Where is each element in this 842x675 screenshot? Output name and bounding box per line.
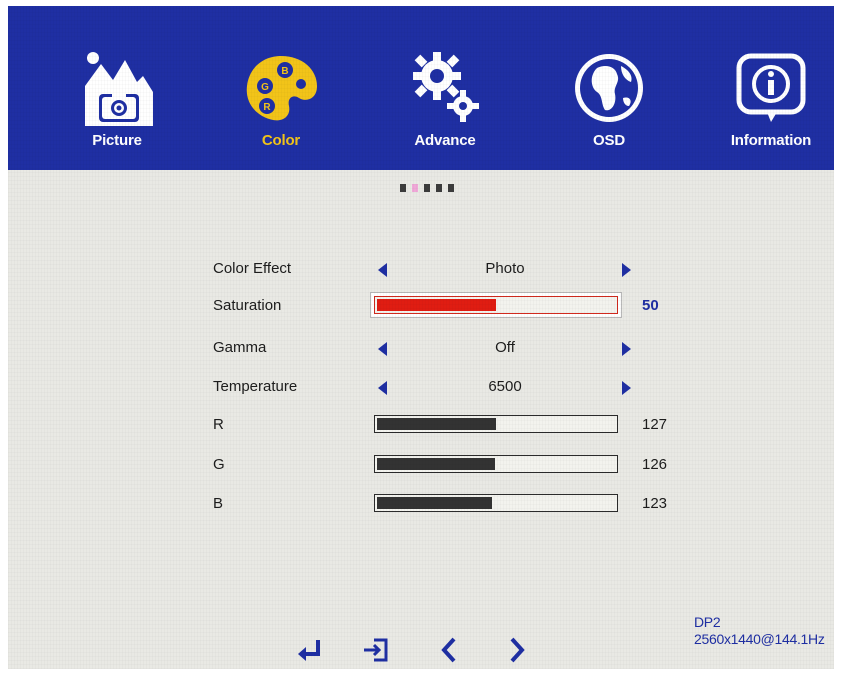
setting-value: 126 xyxy=(642,456,668,473)
tab-label: Color xyxy=(261,132,301,149)
r-slider[interactable] xyxy=(374,415,618,433)
svg-text:R: R xyxy=(263,102,271,113)
slider-fill xyxy=(377,299,496,311)
setting-value: 123 xyxy=(642,495,668,512)
arrow-left-icon[interactable] xyxy=(378,342,387,356)
gears-icon xyxy=(413,52,479,122)
page-dot xyxy=(436,184,442,192)
page-dot xyxy=(424,184,430,192)
slider-fill xyxy=(377,418,496,430)
setting-label: B xyxy=(213,495,224,512)
setting-r[interactable]: R 127 xyxy=(8,412,834,440)
chevron-left-icon[interactable] xyxy=(434,636,466,664)
setting-value: 6500 xyxy=(488,378,522,395)
saturation-slider[interactable] xyxy=(374,296,618,314)
input-source: DP2 xyxy=(694,614,721,630)
setting-temperature[interactable]: Temperature 6500 xyxy=(8,374,834,402)
setting-value: Photo xyxy=(485,260,525,277)
arrow-left-icon[interactable] xyxy=(378,263,387,277)
setting-label: R xyxy=(213,416,224,433)
setting-label: Gamma xyxy=(213,339,267,356)
exit-icon[interactable] xyxy=(360,636,392,664)
tab-label: Information xyxy=(730,132,812,149)
color-palette-icon: G B R xyxy=(246,56,317,121)
b-slider[interactable] xyxy=(374,494,618,512)
arrow-right-icon[interactable] xyxy=(622,342,631,356)
arrow-right-icon[interactable] xyxy=(622,263,631,277)
page-dot xyxy=(400,184,406,192)
setting-gamma[interactable]: Gamma Off xyxy=(8,335,834,363)
setting-value: Off xyxy=(495,339,515,356)
tab-advance[interactable]: Advance xyxy=(380,34,510,164)
tab-picture[interactable]: Picture xyxy=(52,34,182,164)
page-dot xyxy=(448,184,454,192)
enter-icon[interactable] xyxy=(294,636,326,664)
tab-bar: Picture G B R Color Advance OSD Informat… xyxy=(8,6,834,170)
svg-text:G: G xyxy=(261,82,269,93)
input-resolution: 2560x1440@144.1Hz xyxy=(694,631,825,647)
tab-information[interactable]: Information xyxy=(706,34,834,164)
g-slider[interactable] xyxy=(374,455,618,473)
slider-fill xyxy=(377,458,495,470)
setting-color-effect[interactable]: Color Effect Photo xyxy=(8,256,834,284)
globe-icon xyxy=(575,54,643,122)
setting-label: Color Effect xyxy=(213,260,292,277)
setting-g[interactable]: G 126 xyxy=(8,452,834,480)
info-icon xyxy=(736,53,806,122)
page-dot-active xyxy=(412,184,418,192)
setting-value: 50 xyxy=(642,297,659,314)
tab-label: Picture xyxy=(92,132,142,149)
setting-value: 127 xyxy=(642,416,668,433)
chevron-right-icon[interactable] xyxy=(500,636,532,664)
tab-label: Advance xyxy=(414,132,476,149)
arrow-left-icon[interactable] xyxy=(378,381,387,395)
setting-b[interactable]: B 123 xyxy=(8,491,834,519)
setting-saturation[interactable]: Saturation 50 xyxy=(8,293,834,321)
arrow-right-icon[interactable] xyxy=(622,381,631,395)
page-indicator xyxy=(400,179,460,192)
setting-label: G xyxy=(213,456,225,473)
setting-label: Saturation xyxy=(213,297,282,314)
input-info: DP2 2560x1440@144.1Hz xyxy=(694,614,825,648)
tab-color[interactable]: G B R Color xyxy=(216,34,346,164)
svg-text:B: B xyxy=(281,66,288,77)
tab-osd[interactable]: OSD xyxy=(544,34,674,164)
osd-menu: Picture G B R Color Advance OSD Informat… xyxy=(8,6,834,669)
tab-label: OSD xyxy=(593,132,625,149)
slider-fill xyxy=(377,497,492,509)
picture-icon xyxy=(85,52,153,126)
setting-label: Temperature xyxy=(213,378,298,395)
